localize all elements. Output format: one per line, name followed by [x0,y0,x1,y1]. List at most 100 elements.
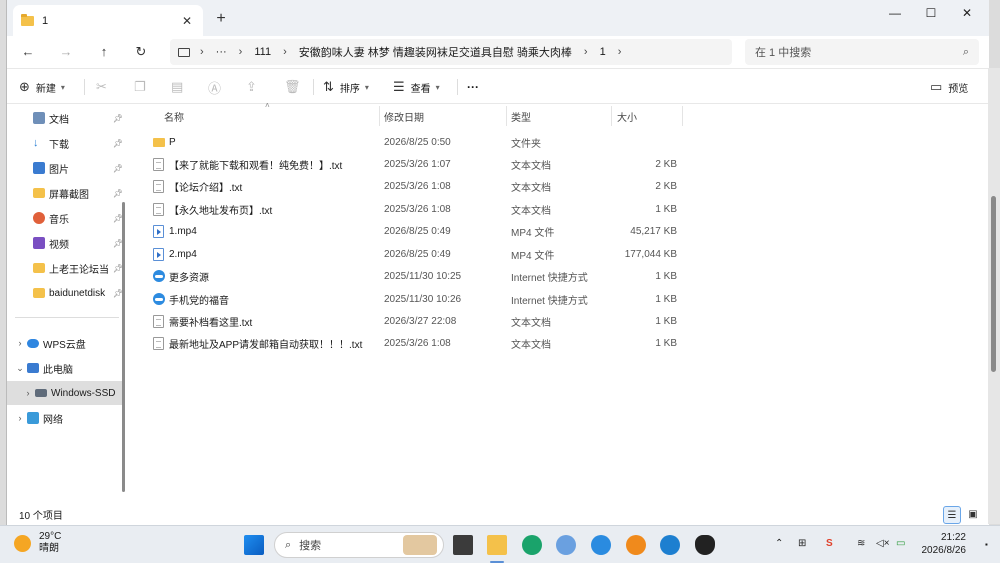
refresh-button[interactable]: ↻ [130,42,152,62]
scissors-icon: ✂ [96,79,107,94]
address-bar[interactable]: › ··· › 111 › 安徽韵味人妻 林梦 情趣装网袜足交道具自慰 骑乘大肉… [170,39,732,65]
sidebar-item-network[interactable]: › 网络 [7,406,123,430]
edge-icon[interactable] [660,535,680,555]
file-row[interactable]: 1.mp4 2026/8/25 0:49 MP4 文件 45,217 KB [149,220,689,242]
chevron-right-icon[interactable]: › [21,388,35,398]
rename-button[interactable]: Ⓐ [208,77,227,97]
maximize-button[interactable]: ☐ [913,2,949,24]
sidebar-item-downloads[interactable]: ↓ 下载 📌︎ [7,131,123,155]
file-row[interactable]: 【来了就能下载和观看！纯免费！】.txt 2025/3/26 1:07 文本文档… [149,153,689,175]
breadcrumb-folder[interactable]: 安徽韵味人妻 林梦 情趣装网袜足交道具自慰 骑乘大肉棒 [299,44,572,60]
sidebar-item-documents[interactable]: 文档 📌︎ [7,106,123,130]
chevron-right-icon[interactable]: › [13,413,27,423]
new-tab-button[interactable]: + [211,10,231,28]
sidebar-item-label: 音乐 [49,214,69,226]
sogou-icon[interactable]: S [826,538,833,549]
sidebar-item-pictures[interactable]: 图片 📌︎ [7,156,123,180]
video-file-icon [153,248,164,261]
command-bar: ⊕ 新建 ▾ ✂ ❐ ▤ Ⓐ ⇪ 🗑︎ ⇅ 排序 ▾ ☰ 查看 ▾ ··· ▭ … [7,68,989,104]
column-header-name[interactable]: 名称 [164,104,184,128]
column-divider[interactable] [611,106,612,126]
chevron-up-icon[interactable]: ⌃ [775,538,783,549]
browser-icon[interactable] [591,535,611,555]
file-name: 2.mp4 [169,248,197,260]
column-divider[interactable] [379,106,380,126]
column-divider[interactable] [682,106,683,126]
app-icon[interactable] [556,535,576,555]
notification-icon[interactable]: ▪ [985,540,988,549]
copy-button[interactable]: ❐ [134,77,152,97]
taskbar-search[interactable]: ⌕ 搜索 [274,532,444,558]
qq-icon[interactable] [695,535,715,555]
wechat-icon[interactable] [522,535,542,555]
volume-icon[interactable]: ◁× [876,538,890,549]
scrollbar-thumb[interactable] [991,196,996,372]
file-type: MP4 文件 [511,250,555,262]
chevron-down-icon: ▾ [364,82,369,92]
sidebar-item-this-pc[interactable]: ⌄ 此电脑 [7,356,123,380]
column-header-date[interactable]: 修改日期 [384,104,424,128]
more-options-button[interactable]: ··· [467,77,479,97]
breadcrumb-1[interactable]: 1 [600,46,606,58]
column-divider[interactable] [506,106,507,126]
sidebar-item-baidunetdisk[interactable]: baidunetdisk 📌︎ [7,281,123,305]
folder-icon [21,13,34,26]
details-view-button[interactable]: ☰ [943,506,961,524]
internet-shortcut-icon [153,270,165,282]
file-row[interactable]: 需要补档看这里.txt 2026/3/27 22:08 文本文档 1 KB [149,310,689,332]
chevron-down-icon[interactable]: ⌄ [13,363,27,374]
column-header-type[interactable]: 类型 [511,104,531,128]
cut-button[interactable]: ✂ [96,77,113,97]
file-row[interactable]: 手机党的福音 2025/11/30 10:26 Internet 快捷方式 1 … [149,288,689,310]
close-tab-button[interactable]: ✕ [179,14,195,28]
share-button[interactable]: ⇪ [246,77,263,97]
clock[interactable]: 21:22 2026/8/26 [918,531,967,557]
tiles-view-button[interactable]: ▣ [964,506,982,524]
file-name: 【论坛介绍】.txt [169,182,243,194]
column-header-size[interactable]: 大小 [617,104,637,128]
input-method-icon[interactable]: ⊞ [798,538,806,549]
forward-button[interactable]: → [55,42,77,62]
file-row[interactable]: 2.mp4 2026/8/25 0:49 MP4 文件 177,044 KB [149,243,689,265]
file-row[interactable]: 【永久地址发布页】.txt 2025/3/26 1:08 文本文档 1 KB [149,198,689,220]
minimize-button[interactable]: — [877,2,913,24]
wifi-icon[interactable]: ≋ [857,538,865,549]
sidebar-item-music[interactable]: 音乐 📌︎ [7,206,123,230]
sidebar-item-laowang-folder[interactable]: 上老王论坛当 📌︎ [7,256,123,280]
file-row[interactable]: 最新地址及APP请发邮箱自动获取！！！.txt 2025/3/26 1:08 文… [149,332,689,354]
music-app-icon[interactable] [626,535,646,555]
file-list-scrollbar[interactable] [988,68,1000,524]
back-button[interactable]: ← [17,42,39,62]
up-button[interactable]: ↑ [93,42,115,62]
drive-icon [35,389,47,397]
sidebar-item-windows-ssd[interactable]: › Windows-SSD [7,381,123,405]
file-explorer-icon[interactable] [487,535,507,555]
new-button[interactable]: ⊕ 新建 ▾ [19,77,65,97]
sidebar-item-screenshots[interactable]: 屏幕截图 📌︎ [7,181,123,205]
delete-button[interactable]: 🗑︎ [284,77,307,97]
clipboard-icon: ▤ [171,79,184,94]
sidebar-scrollbar[interactable] [122,202,125,492]
search-input[interactable]: 在 1 中搜索 ⌕ [745,39,979,65]
sort-icon: ⇅ [323,79,334,94]
breadcrumb-overflow[interactable]: ··· [216,46,227,58]
breadcrumb-111[interactable]: 111 [254,46,271,58]
weather-widget[interactable]: 29°C 晴朗 [14,531,61,555]
file-row[interactable]: 更多资源 2025/11/30 10:25 Internet 快捷方式 1 KB [149,265,689,287]
file-type: 文件夹 [511,138,541,150]
preview-button[interactable]: ▭ 预览 [930,77,968,97]
chevron-right-icon[interactable]: › [13,338,27,348]
battery-icon[interactable]: ▭ [896,538,905,549]
sidebar-item-videos[interactable]: 视频 📌︎ [7,231,123,255]
task-view-icon[interactable] [453,535,473,555]
close-window-button[interactable]: ✕ [949,2,985,24]
tab-folder-1[interactable]: 1 ✕ [13,5,203,36]
file-row[interactable]: P 2026/8/25 0:50 文件夹 [149,131,689,153]
view-button[interactable]: ☰ 查看 ▾ [393,77,440,97]
sort-button[interactable]: ⇅ 排序 ▾ [323,77,369,97]
text-file-icon [153,337,164,350]
sidebar-item-wps-cloud[interactable]: › WPS云盘 [7,331,123,355]
file-row[interactable]: 【论坛介绍】.txt 2025/3/26 1:08 文本文档 2 KB [149,175,689,197]
paste-button[interactable]: ▤ [171,77,189,97]
start-button[interactable] [244,535,264,555]
